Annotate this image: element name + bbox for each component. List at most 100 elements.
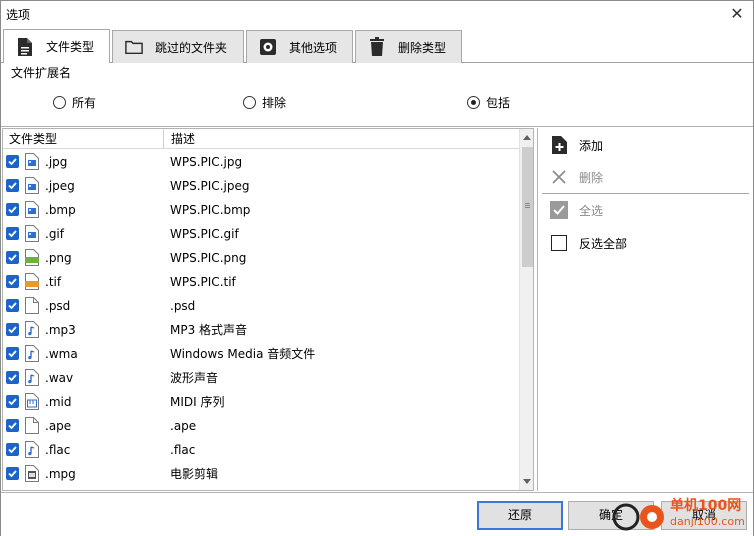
image-file-icon [25, 177, 39, 194]
table-row[interactable]: .ape .ape [3, 414, 519, 438]
table-row[interactable]: .gif WPS.PIC.gif [3, 222, 519, 246]
table-row[interactable]: .bmp WPS.PIC.bmp [3, 198, 519, 222]
scroll-thumb[interactable] [522, 147, 533, 267]
radio-all[interactable]: 所有 [53, 91, 96, 113]
title-bar: 选项 ✕ [1, 1, 753, 27]
row-extension: .jpg [45, 155, 68, 169]
section-divider [1, 126, 753, 127]
add-label: 添加 [579, 138, 604, 153]
table-row[interactable]: .jpeg WPS.PIC.jpeg [3, 174, 519, 198]
extension-mode-group: 所有 排除 包括 [1, 91, 753, 113]
extension-section-label: 文件扩展名 [11, 66, 72, 80]
row-description: WPS.PIC.gif [170, 227, 239, 241]
row-checkbox[interactable] [6, 347, 19, 360]
row-extension: .psd [45, 299, 71, 313]
add-button[interactable]: 添加 [550, 135, 603, 155]
table-row[interactable]: .flac .flac [3, 438, 519, 462]
row-checkbox[interactable] [6, 419, 19, 432]
file-type-list: 文件类型 描述 .jpg WPS.PIC.jpg .jpeg WPS.PIC.jpeg… [2, 128, 534, 491]
tab-skipped-folders[interactable]: 跳过的文件夹 [112, 30, 244, 63]
row-extension: .wav [45, 371, 74, 385]
watermark-site-name: 单机100网 [670, 498, 742, 514]
close-button[interactable]: ✕ [727, 4, 747, 24]
row-extension: .ape [45, 419, 72, 433]
row-extension: .bmp [45, 203, 76, 217]
radio-label: 所有 [72, 95, 97, 110]
row-checkbox[interactable] [6, 395, 19, 408]
scroll-down-icon[interactable] [523, 479, 531, 484]
radio-label: 排除 [262, 95, 287, 110]
table-row[interactable]: .png WPS.PIC.png [3, 246, 519, 270]
row-description: MP3 格式声音 [170, 323, 248, 337]
table-row[interactable]: .jpg WPS.PIC.jpg [3, 150, 519, 174]
list-scrollbar[interactable] [519, 129, 533, 490]
row-checkbox[interactable] [6, 467, 19, 480]
table-row[interactable]: .psd .psd [3, 294, 519, 318]
tab-strip: 文件类型 跳过的文件夹 其他选项 删除类型 [1, 28, 753, 63]
tab-delete-types[interactable]: 删除类型 [355, 30, 462, 63]
row-description: WPS.PIC.png [170, 251, 247, 265]
document-icon [16, 37, 34, 57]
table-row[interactable]: .tif WPS.PIC.tif [3, 270, 519, 294]
row-checkbox[interactable] [6, 203, 19, 216]
table-row[interactable]: .mpg 电影剪辑 [3, 462, 519, 486]
radio-circle [243, 95, 256, 109]
row-description: 波形声音 [170, 371, 219, 385]
tab-label: 删除类型 [398, 40, 447, 55]
scroll-up-icon[interactable] [523, 135, 531, 140]
restore-button[interactable]: 还原 [477, 501, 563, 530]
row-checkbox[interactable] [6, 443, 19, 456]
table-row[interactable]: .wma Windows Media 音频文件 [3, 342, 519, 366]
column-header-file-type[interactable]: 文件类型 [3, 129, 57, 149]
empty-checkbox-icon [550, 234, 568, 252]
table-row[interactable]: .mp3 MP3 格式声音 [3, 318, 519, 342]
row-checkbox[interactable] [6, 227, 19, 240]
audio-file-icon [25, 321, 39, 338]
audio-file-icon [25, 369, 39, 386]
tab-other-options[interactable]: 其他选项 [246, 30, 353, 63]
options-dialog: 选项 ✕ 文件类型 跳过的文件夹 其他选项 删除类型 文件扩展名 所有 排除 包… [0, 0, 754, 536]
row-checkbox[interactable] [6, 179, 19, 192]
tab-file-types[interactable]: 文件类型 [3, 29, 110, 63]
row-extension: .wma [45, 347, 78, 361]
site-watermark: 单机100网 danji100.com [606, 495, 754, 535]
row-description: .ape [170, 419, 197, 433]
invert-selection-button[interactable]: 反选全部 [550, 233, 627, 253]
panel-divider [542, 193, 749, 194]
radio-include[interactable]: 包括 [467, 91, 510, 113]
close-icon [550, 168, 568, 186]
row-description: 电影剪辑 [170, 467, 219, 481]
delete-button[interactable]: 删除 [550, 167, 603, 187]
video-file-icon [25, 465, 39, 482]
column-header-description[interactable]: 描述 [165, 129, 195, 149]
image-file-icon [25, 201, 39, 218]
row-extension: .png [45, 251, 72, 265]
row-checkbox[interactable] [6, 323, 19, 336]
image-file-icon [25, 225, 39, 242]
row-checkbox[interactable] [6, 275, 19, 288]
list-header: 文件类型 描述 [3, 129, 519, 149]
add-file-icon [550, 136, 568, 154]
row-description: WPS.PIC.bmp [170, 203, 251, 217]
table-row[interactable]: .mid MIDI 序列 [3, 390, 519, 414]
folder-icon [125, 37, 143, 57]
audio-file-icon [25, 441, 39, 458]
tab-label: 跳过的文件夹 [155, 40, 228, 55]
delete-label: 删除 [579, 170, 604, 185]
blank-file-icon [25, 297, 39, 314]
row-checkbox[interactable] [6, 251, 19, 264]
row-description: MIDI 序列 [170, 395, 225, 409]
select-all-button[interactable]: 全选 [550, 200, 603, 220]
row-extension: .jpeg [45, 179, 75, 193]
column-separator[interactable] [163, 129, 164, 149]
row-checkbox[interactable] [6, 155, 19, 168]
row-description: .flac [170, 443, 196, 457]
row-checkbox[interactable] [6, 371, 19, 384]
radio-exclude[interactable]: 排除 [243, 91, 286, 113]
row-description: WPS.PIC.jpeg [170, 179, 250, 193]
tiff-file-icon [25, 273, 39, 290]
table-row[interactable]: .wav 波形声音 [3, 366, 519, 390]
row-checkbox[interactable] [6, 299, 19, 312]
invert-selection-label: 反选全部 [579, 236, 628, 251]
tab-label: 文件类型 [46, 40, 95, 54]
